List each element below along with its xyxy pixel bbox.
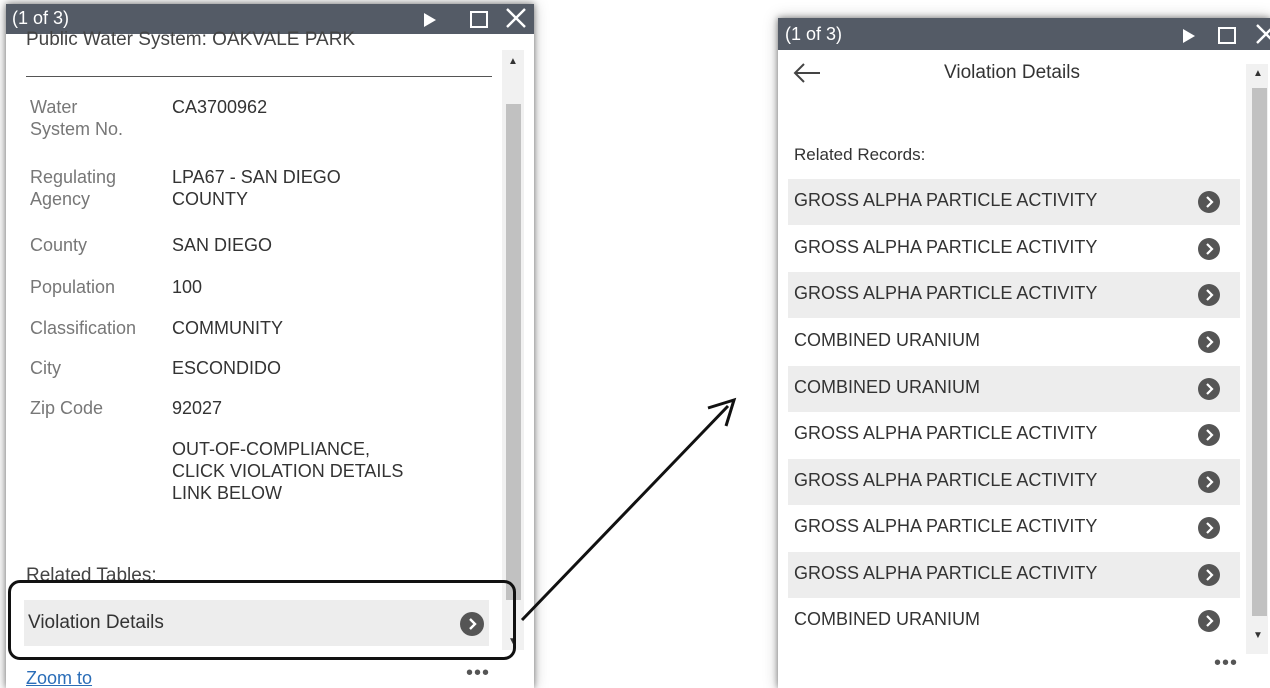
view-title: Violation Details <box>944 62 1080 83</box>
related-record-item[interactable]: GROSS ALPHA PARTICLE ACTIVITY <box>788 552 1240 598</box>
record-label: COMBINED URANIUM <box>794 377 981 397</box>
scroll-up-arrow-icon[interactable]: ▲ <box>508 56 518 67</box>
feature-count: (1 of 3) <box>785 24 843 44</box>
attr-label: Classification <box>30 318 137 338</box>
record-label: GROSS ALPHA PARTICLE ACTIVITY <box>794 470 1098 490</box>
view-header: Violation Details <box>778 50 1246 96</box>
related-record-item[interactable]: COMBINED URANIUM <box>788 319 1240 365</box>
close-icon[interactable] <box>1253 21 1270 47</box>
chevron-right-circle-icon <box>1198 284 1220 306</box>
related-record-item[interactable]: GROSS ALPHA PARTICLE ACTIVITY <box>788 179 1240 225</box>
record-label: GROSS ALPHA PARTICLE ACTIVITY <box>794 423 1098 443</box>
scroll-up-arrow-icon[interactable]: ▲ <box>1253 68 1263 79</box>
chevron-right-circle-icon <box>1198 378 1220 400</box>
scrollbar-thumb[interactable] <box>506 104 521 600</box>
chevron-right-circle-icon <box>1198 471 1220 493</box>
related-record-item[interactable]: COMBINED URANIUM <box>788 366 1240 412</box>
close-icon[interactable] <box>503 5 529 31</box>
popup-right: (1 of 3) Violation Details ▲ ▼ Related R… <box>778 18 1270 688</box>
maximize-icon[interactable] <box>470 11 488 28</box>
attr-value: ESCONDIDO <box>172 358 282 378</box>
attr-value: SAN DIEGO <box>172 235 273 255</box>
feature-title: Public Water System: OAKVALE PARK <box>26 30 356 50</box>
chevron-right-circle-icon <box>1198 191 1220 213</box>
record-label: COMBINED URANIUM <box>794 330 981 350</box>
attr-value: OUT-OF-COMPLIANCE, CLICK VIOLATION DETAI… <box>172 439 404 503</box>
scrollbar-thumb[interactable] <box>1252 88 1267 616</box>
related-record-item[interactable]: GROSS ALPHA PARTICLE ACTIVITY <box>788 226 1240 272</box>
related-record-item[interactable]: GROSS ALPHA PARTICLE ACTIVITY <box>788 459 1240 505</box>
next-icon[interactable] <box>1182 29 1196 43</box>
more-options-icon[interactable]: ••• <box>1214 652 1238 675</box>
feature-count: (1 of 3) <box>12 8 70 28</box>
chevron-right-circle-icon <box>1198 424 1220 446</box>
highlight-box <box>8 580 516 660</box>
attr-label: County <box>30 235 88 255</box>
record-label: COMBINED URANIUM <box>794 609 981 629</box>
record-label: GROSS ALPHA PARTICLE ACTIVITY <box>794 563 1098 583</box>
attr-value: LPA67 - SAN DIEGO COUNTY <box>172 167 341 209</box>
chevron-right-circle-icon <box>1198 564 1220 586</box>
attr-label: Water System No. <box>30 97 124 139</box>
attr-label: Zip Code <box>30 398 104 418</box>
record-label: GROSS ALPHA PARTICLE ACTIVITY <box>794 283 1098 303</box>
record-label: GROSS ALPHA PARTICLE ACTIVITY <box>794 237 1098 257</box>
related-record-item[interactable]: GROSS ALPHA PARTICLE ACTIVITY <box>788 272 1240 318</box>
attr-label: Regulating Agency <box>30 167 117 209</box>
related-record-item[interactable]: GROSS ALPHA PARTICLE ACTIVITY <box>788 505 1240 551</box>
zoom-to-link[interactable]: Zoom to <box>26 668 92 688</box>
scroll-down-arrow-icon[interactable]: ▼ <box>1253 630 1263 641</box>
chevron-right-circle-icon <box>1198 331 1220 353</box>
title-divider <box>26 76 492 77</box>
attr-value: 92027 <box>172 398 223 418</box>
chevron-right-circle-icon <box>1198 610 1220 632</box>
attr-value: 100 <box>172 277 203 297</box>
attr-value: CA3700962 <box>172 97 268 117</box>
record-label: GROSS ALPHA PARTICLE ACTIVITY <box>794 190 1098 210</box>
related-record-item[interactable]: GROSS ALPHA PARTICLE ACTIVITY <box>788 412 1240 458</box>
related-record-item[interactable]: COMBINED URANIUM <box>788 598 1240 644</box>
more-options-icon[interactable]: ••• <box>466 662 490 685</box>
attr-label: Population <box>30 277 116 297</box>
popup-titlebar: (1 of 3) <box>778 18 1270 50</box>
maximize-icon[interactable] <box>1218 27 1236 44</box>
related-records-label: Related Records: <box>794 145 926 164</box>
chevron-right-circle-icon <box>1198 238 1220 260</box>
attr-label: City <box>30 358 61 378</box>
next-icon[interactable] <box>423 13 437 27</box>
chevron-right-circle-icon <box>1198 517 1220 539</box>
record-label: GROSS ALPHA PARTICLE ACTIVITY <box>794 516 1098 536</box>
attr-value: COMMUNITY <box>172 318 283 338</box>
